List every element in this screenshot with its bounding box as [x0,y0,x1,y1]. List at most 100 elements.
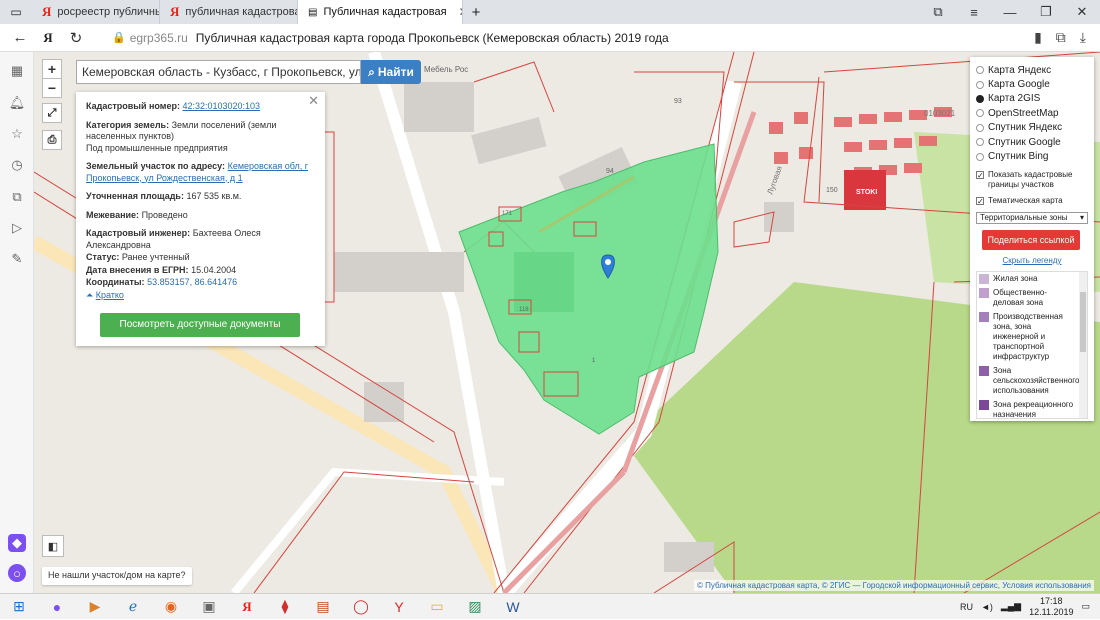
address-search-input[interactable]: Кемеровская область - Кузбасс, г Прокопь… [76,60,361,84]
basemap-label: Карта 2GIS [988,93,1041,105]
brief-link[interactable]: Кратко [96,290,124,300]
fullscreen-icon[interactable]: ⤢ [42,103,62,123]
history-clock-icon[interactable]: ◷ [8,156,26,174]
radio-icon[interactable] [976,109,984,118]
minimize-button[interactable]: — [992,0,1028,24]
radio-icon[interactable] [976,152,984,161]
search-button[interactable]: ⌕ Найти [361,60,421,84]
cadastral-map[interactable]: Мебель Рос Луговая 0103021 STOKI 94 93 1… [34,52,1100,593]
network-icon[interactable]: ▂▄▆ [1001,601,1021,612]
word-icon[interactable]: W [494,594,532,620]
menu-icon[interactable]: ≡ [956,0,992,24]
legend-swatch [979,399,989,410]
share-link-button[interactable]: Поделиться ссылкой [982,229,1080,250]
basemap-option-selected[interactable]: Карта 2GIS [976,92,1088,106]
view-documents-button[interactable]: Посмотреть доступные документы [100,313,300,337]
basemap-label: Спутник Google [988,136,1061,148]
opera-icon[interactable]: ◯ [342,594,380,620]
map-layer-toggle-icon[interactable]: ◧ [42,535,64,557]
bookmarks-icon[interactable]: ⧉ [920,0,956,24]
show-borders-checkbox[interactable]: ✓ Показать кадастровые границы участков [976,170,1088,190]
map-label-block: 0103021 [924,109,956,118]
basemap-option[interactable]: Спутник Google [976,135,1088,149]
clock[interactable]: 17:18 12.11.2019 [1029,596,1073,618]
zoom-out-button[interactable]: − [42,78,62,98]
checkbox-checked-icon[interactable]: ✓ [976,196,984,205]
firefox-icon[interactable]: ◉ [152,594,190,620]
lock-icon: 🔒 [112,32,126,44]
address-bar-actions: ▮ ⧉ ⤓ [1034,29,1100,46]
radio-selected-icon[interactable] [976,94,984,103]
basemap-option[interactable]: Спутник Bing [976,149,1088,163]
zoom-in-button[interactable]: + [42,59,62,79]
legend-swatch [979,311,989,322]
volume-icon[interactable]: ◄) [981,602,993,612]
back-arrow-icon[interactable]: ← [6,29,34,46]
close-window-button[interactable]: ✕ [1064,0,1100,24]
notifications-bell-icon[interactable]: 🔔︎ [8,94,26,112]
radio-icon[interactable] [976,123,984,132]
tab-2[interactable]: Я публичная кадастровая к [160,0,298,24]
not-found-link[interactable]: Не нашли участок/дом на карте? [42,567,192,585]
media-player-icon[interactable]: ▶ [76,594,114,620]
pdf-reader-icon[interactable]: ⧫ [266,594,304,620]
building [471,117,547,165]
cad-number-link[interactable]: 42:32:0103020:103 [182,101,260,111]
clock-date: 12.11.2019 [1029,606,1074,617]
radio-icon[interactable] [976,66,984,75]
yandex-icon: Я [42,4,52,19]
radio-icon[interactable] [976,138,984,147]
archive-icon[interactable]: ▣ [190,594,228,620]
play-icon[interactable]: ▷ [8,219,26,237]
legend-list: Жилая зона Общественно-деловая зона Прои… [976,270,1088,419]
yandex-home-icon[interactable]: Я [34,30,62,46]
basemap-option[interactable]: Спутник Яндекс [976,121,1088,135]
yandex-icon[interactable]: Y [380,594,418,620]
downloads-icon[interactable]: ⤓ [1080,29,1086,46]
file-explorer-icon[interactable]: ▭ [418,594,456,620]
yandex-browser-icon[interactable]: Я [228,594,266,620]
zones-select[interactable]: Территориальные зоны ▾ [976,211,1088,224]
tab-1[interactable]: Я росреестр публичные кар [32,0,160,24]
internet-explorer-icon[interactable]: ℯ [114,594,152,620]
windows-start-icon[interactable]: ⊞ [0,594,38,620]
basemap-label: OpenStreetMap [988,107,1059,119]
language-indicator[interactable]: RU [960,602,973,612]
alice-voice-icon[interactable]: ○ [8,564,26,582]
map-attribution[interactable]: © Публичная кадастровая карта, © 2ГИС — … [694,580,1094,591]
basemap-label: Карта Яндекс [988,64,1052,76]
tab-3-active[interactable]: ▤ Публичная кадастровая ✕ [298,0,463,24]
thematic-map-checkbox[interactable]: ✓ Тематическая карта [976,196,1088,206]
extensions-icon[interactable]: ⧉ [1056,29,1066,46]
alice-icon[interactable]: ● [38,594,76,620]
notes-icon[interactable]: ✎ [8,250,26,268]
hide-legend-link[interactable]: Скрыть легенду [976,256,1088,265]
windows-taskbar: ⊞ ● ▶ ℯ ◉ ▣ Я ⧫ ▤ ◯ Y ▭ ▨ W RU ◄) ▂▄▆ 17… [0,593,1100,619]
presentation-icon[interactable]: ▤ [304,594,342,620]
notifications-icon[interactable]: ▭ [1081,601,1090,612]
basemap-option[interactable]: OpenStreetMap [976,106,1088,120]
image-viewer-icon[interactable]: ▨ [456,594,494,620]
checkbox-checked-icon[interactable]: ✓ [976,170,984,179]
clock-time: 17:18 [1040,595,1063,606]
new-tab-button[interactable]: + [463,4,489,21]
tabs-menu-icon[interactable]: ▭ [0,5,32,19]
url-page-title[interactable]: Публичная кадастровая карта города Проко… [196,31,669,45]
collections-icon[interactable]: ⧉ [8,188,26,206]
radio-icon[interactable] [976,80,984,89]
scrollbar-thumb[interactable] [1080,291,1086,352]
alice-app-icon[interactable]: ◆ [8,534,26,552]
apps-grid-icon[interactable]: ▦ [8,62,26,80]
legend-scrollbar[interactable] [1079,271,1087,418]
close-icon[interactable]: ✕ [308,94,319,106]
maximize-button[interactable]: ❐ [1028,0,1064,24]
bookmark-icon[interactable]: ▮ [1034,29,1042,46]
url-domain[interactable]: egrp365.ru [130,31,188,45]
parcel-info-panel: ✕ Кадастровый номер: 42:32:0103020:103 К… [76,92,325,346]
basemap-option[interactable]: Карта Яндекс [976,63,1088,77]
reload-icon[interactable]: ↻ [62,29,90,47]
print-icon[interactable]: ⎙ [42,130,62,150]
favorites-star-icon[interactable]: ☆ [8,125,26,143]
map-label-171: 171 [502,211,513,217]
basemap-option[interactable]: Карта Google [976,77,1088,91]
